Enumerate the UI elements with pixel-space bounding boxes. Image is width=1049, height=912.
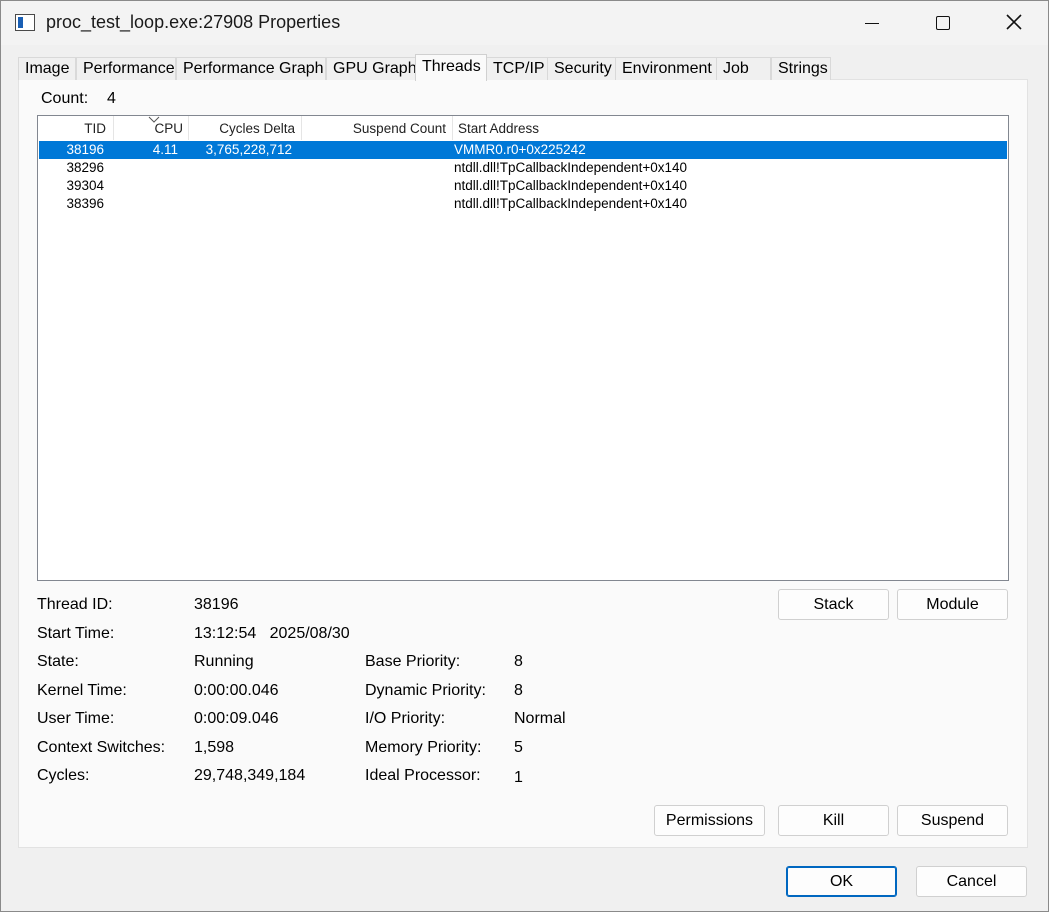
io-priority-value: Normal bbox=[514, 710, 566, 727]
permissions-button[interactable]: Permissions bbox=[654, 805, 765, 836]
user-time-label: User Time: bbox=[37, 710, 115, 727]
state-value: Running bbox=[194, 653, 254, 670]
column-header-cycles-delta[interactable]: Cycles Delta bbox=[219, 121, 295, 136]
thread-id-value: 38196 bbox=[194, 596, 239, 613]
tab-tcpip[interactable]: TCP/IP bbox=[486, 57, 548, 80]
cell-start-address: ntdll.dll!TpCallbackIndependent+0x140 bbox=[454, 196, 688, 211]
thread-row[interactable]: 38196 4.11 3,765,228,712 VMMR0.r0+0x2252… bbox=[39, 141, 1007, 159]
tab-threads[interactable]: Threads bbox=[415, 54, 487, 81]
cell-tid: 39304 bbox=[66, 178, 104, 193]
column-header-tid[interactable]: TID bbox=[84, 121, 106, 136]
permissions-button-label: Permissions bbox=[665, 812, 754, 829]
cycles-value: 29,748,349,184 bbox=[194, 767, 306, 784]
app-window-icon bbox=[15, 14, 35, 31]
context-switches-value: 1,598 bbox=[194, 739, 235, 756]
cell-start-address: VMMR0.r0+0x225242 bbox=[454, 142, 586, 157]
tab-performance[interactable]: Performance bbox=[76, 57, 176, 80]
tab-strings[interactable]: Strings bbox=[771, 57, 831, 80]
cell-tid: 38396 bbox=[66, 196, 104, 211]
dynamic-priority-value: 8 bbox=[514, 682, 523, 699]
context-switches-label: Context Switches: bbox=[37, 739, 166, 756]
close-button[interactable] bbox=[983, 1, 1045, 45]
window-title: proc_test_loop.exe:27908 Properties bbox=[46, 12, 341, 32]
state-label: State: bbox=[37, 653, 79, 670]
module-button-label: Module bbox=[926, 596, 979, 613]
cell-cpu: 4.11 bbox=[152, 142, 178, 157]
ideal-processor-label: Ideal Processor: bbox=[365, 767, 481, 784]
list-header: TID CPU Cycles Delta Suspend Count Start… bbox=[38, 116, 1008, 140]
cancel-button[interactable]: Cancel bbox=[916, 866, 1027, 897]
ok-button[interactable]: OK bbox=[786, 866, 897, 897]
minimize-button[interactable] bbox=[839, 1, 901, 45]
cancel-button-label: Cancel bbox=[946, 873, 997, 890]
cell-start-address: ntdll.dll!TpCallbackIndependent+0x140 bbox=[454, 178, 688, 193]
column-divider[interactable] bbox=[452, 116, 453, 140]
tab-image[interactable]: Image bbox=[18, 57, 76, 80]
suspend-button-label: Suspend bbox=[920, 812, 985, 829]
user-time-value: 0:00:09.046 bbox=[194, 710, 279, 727]
count-value: 4 bbox=[107, 90, 116, 107]
column-divider[interactable] bbox=[188, 116, 189, 140]
title-bar[interactable]: proc_test_loop.exe:27908 Properties bbox=[1, 1, 1048, 45]
memory-priority-value: 5 bbox=[514, 739, 523, 756]
properties-window: proc_test_loop.exe:27908 Properties Imag… bbox=[0, 0, 1049, 912]
ok-button-label: OK bbox=[829, 873, 854, 890]
kill-button-label: Kill bbox=[822, 812, 845, 829]
cycles-label: Cycles: bbox=[37, 767, 90, 784]
dynamic-priority-label: Dynamic Priority: bbox=[365, 682, 486, 699]
io-priority-label: I/O Priority: bbox=[365, 710, 446, 727]
thread-row[interactable]: 38396 ntdll.dll!TpCallbackIndependent+0x… bbox=[39, 195, 1007, 213]
stack-button-label: Stack bbox=[813, 596, 854, 613]
cell-tid: 38196 bbox=[66, 142, 104, 157]
kernel-time-label: Kernel Time: bbox=[37, 682, 127, 699]
base-priority-value: 8 bbox=[514, 653, 523, 670]
tab-gpu-graph[interactable]: GPU Graph bbox=[326, 57, 417, 80]
ideal-processor-value: 1 bbox=[514, 769, 523, 786]
column-header-cpu[interactable]: CPU bbox=[154, 121, 183, 136]
column-divider[interactable] bbox=[301, 116, 302, 140]
cell-cycles-delta: 3,765,228,712 bbox=[205, 142, 292, 157]
tab-environment[interactable]: Environment bbox=[615, 57, 717, 80]
start-time-label: Start Time: bbox=[37, 625, 115, 642]
module-button[interactable]: Module bbox=[897, 589, 1008, 620]
threads-list[interactable]: TID CPU Cycles Delta Suspend Count Start… bbox=[37, 115, 1009, 581]
cell-tid: 38296 bbox=[66, 160, 104, 175]
kernel-time-value: 0:00:00.046 bbox=[194, 682, 279, 699]
memory-priority-label: Memory Priority: bbox=[365, 739, 482, 756]
suspend-button[interactable]: Suspend bbox=[897, 805, 1008, 836]
count-label: Count: bbox=[41, 90, 89, 107]
maximize-button[interactable] bbox=[911, 1, 973, 45]
column-header-start-address[interactable]: Start Address bbox=[458, 121, 539, 136]
thread-row[interactable]: 39304 ntdll.dll!TpCallbackIndependent+0x… bbox=[39, 177, 1007, 195]
start-time-value: 13:12:54 2025/08/30 bbox=[194, 625, 350, 642]
cell-start-address: ntdll.dll!TpCallbackIndependent+0x140 bbox=[454, 160, 688, 175]
thread-row[interactable]: 38296 ntdll.dll!TpCallbackIndependent+0x… bbox=[39, 159, 1007, 177]
close-icon bbox=[1006, 14, 1022, 30]
tab-job[interactable]: Job bbox=[716, 57, 771, 80]
kill-button[interactable]: Kill bbox=[778, 805, 889, 836]
column-header-suspend-count[interactable]: Suspend Count bbox=[353, 121, 446, 136]
column-divider[interactable] bbox=[113, 116, 114, 140]
base-priority-label: Base Priority: bbox=[365, 653, 461, 670]
stack-button[interactable]: Stack bbox=[778, 589, 889, 620]
thread-id-label: Thread ID: bbox=[37, 596, 113, 613]
tab-security[interactable]: Security bbox=[547, 57, 616, 80]
tab-performance-graph[interactable]: Performance Graph bbox=[176, 57, 326, 80]
